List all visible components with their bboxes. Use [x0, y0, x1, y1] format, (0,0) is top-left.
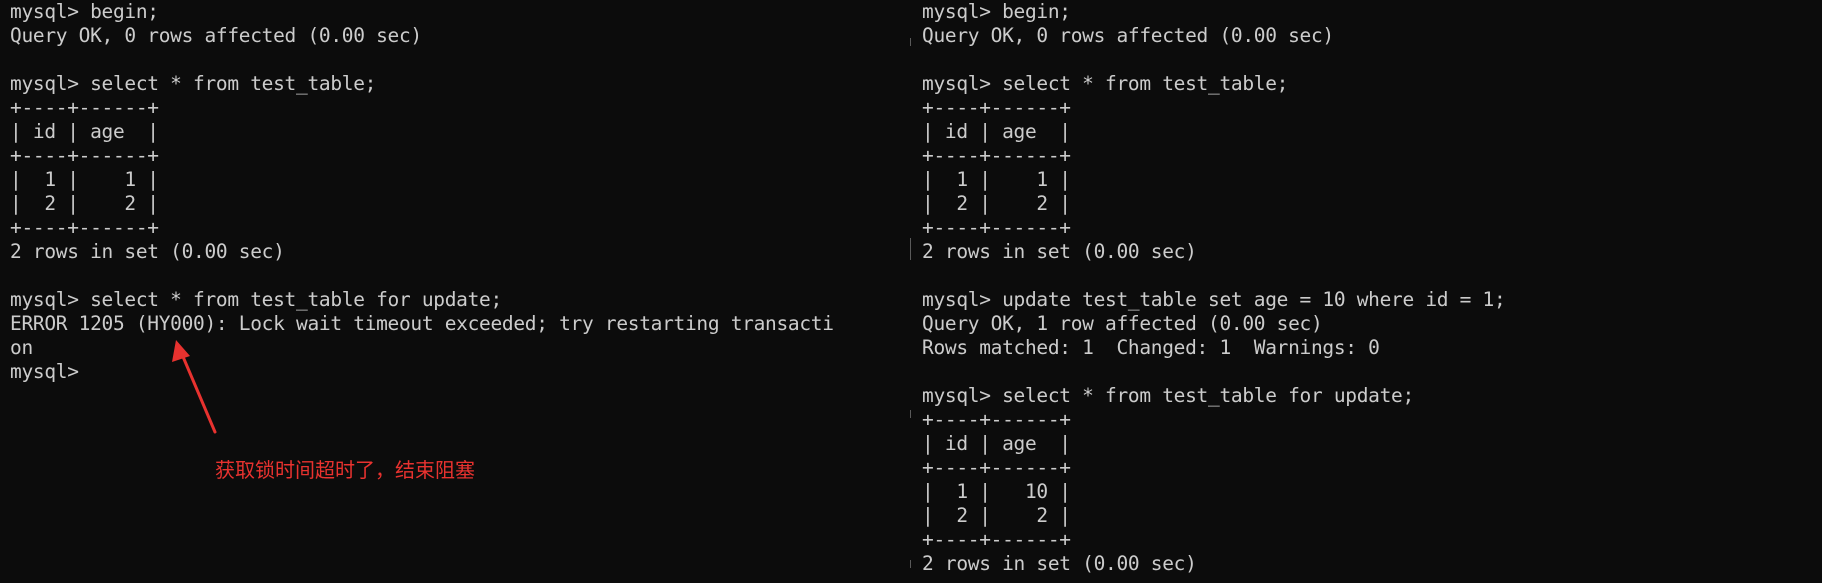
- left-terminal-pane[interactable]: mysql> begin; Query OK, 0 rows affected (…: [0, 0, 909, 583]
- terminal-line: +----+------+: [922, 528, 1071, 551]
- terminal-line: Query OK, 1 row affected (0.00 sec): [922, 312, 1323, 335]
- terminal-line: mysql> begin;: [922, 0, 1071, 23]
- terminal-line: Rows matched: 1 Changed: 1 Warnings: 0: [922, 336, 1380, 359]
- terminal-line: +----+------+: [922, 96, 1071, 119]
- left-terminal-output: mysql> begin; Query OK, 0 rows affected (…: [0, 0, 909, 384]
- terminal-line: Query OK, 0 rows affected (0.00 sec): [10, 24, 422, 47]
- terminal-line: 2 rows in set (0.00 sec): [10, 240, 285, 263]
- terminal-line: +----+------+: [10, 216, 159, 239]
- prompt-line[interactable]: mysql>: [10, 360, 909, 384]
- terminal-line: | id | age |: [922, 432, 1071, 455]
- terminal-line: mysql> select * from test_table for upda…: [922, 384, 1414, 407]
- terminal-line: | 2 | 2 |: [922, 504, 1071, 527]
- terminal-line: mysql> select * from test_table;: [10, 72, 377, 95]
- terminal-line: | id | age |: [922, 120, 1071, 143]
- error-line: ERROR 1205 (HY000): Lock wait timeout ex…: [10, 312, 834, 335]
- terminal-line: | 1 | 10 |: [922, 480, 1071, 503]
- terminal-line: 2 rows in set (0.00 sec): [922, 240, 1197, 263]
- terminal-line: | 1 | 1 |: [922, 168, 1071, 191]
- terminal-line: Query OK, 0 rows affected (0.00 sec): [922, 24, 1334, 47]
- terminal-line: mysql> begin;: [10, 0, 159, 23]
- terminal-line: | 2 | 2 |: [922, 192, 1071, 215]
- annotation-label: 获取锁时间超时了，结束阻塞: [215, 458, 475, 482]
- terminal-line: +----+------+: [922, 456, 1071, 479]
- right-terminal-pane[interactable]: mysql> begin; Query OK, 0 rows affected (…: [912, 0, 1822, 583]
- terminal-line: 2 rows in set (0.00 sec): [922, 552, 1197, 575]
- terminal-line: +----+------+: [922, 408, 1071, 431]
- terminal-line: mysql> select * from test_table;: [922, 72, 1289, 95]
- right-terminal-output: mysql> begin; Query OK, 0 rows affected (…: [912, 0, 1822, 576]
- terminal-line: | id | age |: [10, 120, 159, 143]
- terminal-line: +----+------+: [922, 216, 1071, 239]
- terminal-line: +----+------+: [10, 96, 159, 119]
- error-line-wrap: on: [10, 336, 33, 359]
- terminal-line: +----+------+: [922, 144, 1071, 167]
- terminal-line: | 2 | 2 |: [10, 192, 159, 215]
- terminal-line: mysql> select * from test_table for upda…: [10, 288, 502, 311]
- terminal-line: +----+------+: [10, 144, 159, 167]
- terminal-line: | 1 | 1 |: [10, 168, 159, 191]
- terminal-line: mysql> update test_table set age = 10 wh…: [922, 288, 1506, 311]
